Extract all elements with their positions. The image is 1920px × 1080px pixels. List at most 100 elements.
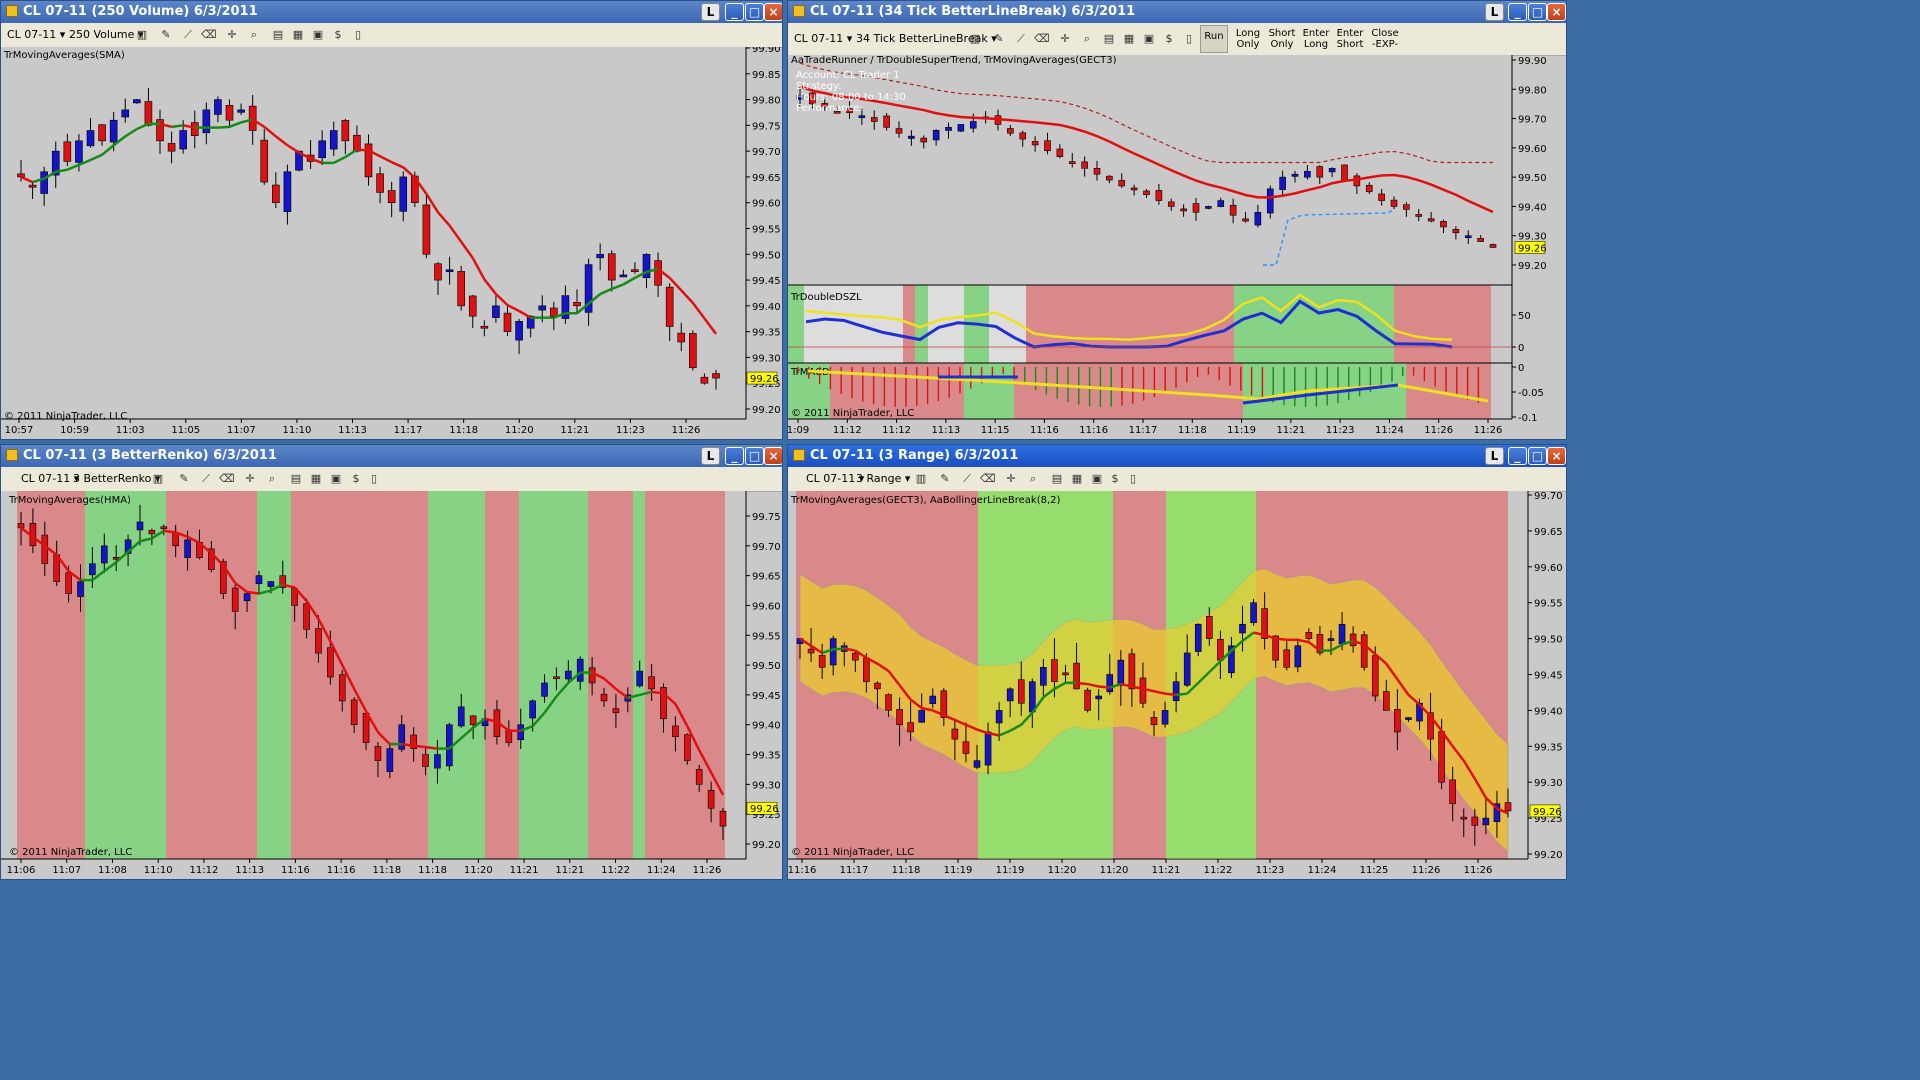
y-tick-label: 99.80 — [752, 96, 781, 107]
candle-up — [576, 658, 584, 682]
link-button[interactable]: L — [1485, 447, 1504, 465]
candle-up — [457, 706, 465, 727]
instrument-selector[interactable]: CL 07-11 ▾ — [21, 471, 79, 487]
link-button[interactable]: L — [701, 447, 720, 465]
candle-down — [1130, 187, 1138, 191]
price-chart[interactable]: 99.75 99.70 99.65 99.60 99.55 99.50 99.45 99.40… — [1, 491, 782, 879]
bartype-selector[interactable]: 250 Volume ▾ — [69, 27, 143, 43]
drawing-tool-icon[interactable]: ⟋ — [181, 28, 195, 42]
zoom-icon[interactable]: ⌕ — [1080, 32, 1094, 46]
link-button[interactable]: L — [1485, 3, 1504, 21]
properties-icon[interactable]: ▤ — [1050, 472, 1064, 486]
close-icon[interactable]: × — [764, 3, 782, 21]
bars-icon[interactable]: ▥ — [151, 472, 165, 486]
instrument-selector[interactable]: CL 07-11 ▾ — [7, 27, 65, 43]
drawing-tool-icon[interactable]: ⟋ — [199, 472, 213, 486]
window-titlebar[interactable]: CL 07-11 (250 Volume) 6/3/2011 L _ □ × — [1, 1, 782, 23]
minimize-icon[interactable]: _ — [725, 3, 744, 21]
moving-average-segment — [217, 125, 230, 129]
candle-down — [1150, 717, 1158, 726]
eraser-icon[interactable]: ⌫ — [219, 472, 235, 486]
zoom-icon[interactable]: ⌕ — [265, 472, 279, 486]
chart-toolbar: CL 07-11 ▾ 3 BetterRenko ▾ ▥ ✎ ⟋ ⌫ ✛ ⌕ ▤… — [1, 467, 782, 492]
price-chart[interactable]: 99.90 99.80 99.70 99.60 99.50 99.40 99.30 99.20… — [788, 55, 1566, 439]
enter-short-button[interactable]: Enter Short — [1334, 25, 1366, 53]
crosshair-icon[interactable]: ✛ — [1004, 472, 1018, 486]
drawing-tool-icon[interactable]: ⟋ — [960, 472, 974, 486]
candle-down — [818, 655, 826, 668]
maximize-icon[interactable]: □ — [745, 3, 764, 21]
close-icon[interactable]: × — [1547, 3, 1566, 21]
properties-icon[interactable]: ▤ — [289, 472, 303, 486]
eraser-icon[interactable]: ⌫ — [980, 472, 996, 486]
minimize-icon[interactable]: _ — [1508, 3, 1527, 21]
chart-trader-icon[interactable]: ▯ — [1126, 472, 1140, 486]
pencil-icon[interactable]: ✎ — [159, 28, 173, 42]
candle-up — [538, 305, 547, 311]
instrument-selector[interactable]: CL 07-11 ▾ — [794, 31, 852, 47]
y-tick-label: 99.35 — [752, 328, 781, 339]
window-titlebar[interactable]: CL 07-11 (34 Tick BetterLineBreak) 6/3/2… — [788, 1, 1566, 23]
price-chart[interactable]: 99.70 99.65 99.60 99.55 99.50 99.45 99.40 99.35… — [788, 491, 1566, 879]
bars-icon[interactable]: ▥ — [968, 32, 982, 46]
chart-trader-icon[interactable]: ▯ — [351, 28, 365, 42]
price-chart[interactable]: 99.90 99.85 99.80 99.75 99.70 99.65 99.60 99.55… — [1, 47, 782, 439]
crosshair-icon[interactable]: ✛ — [243, 472, 257, 486]
drawing-tool-icon[interactable]: ⟋ — [1014, 32, 1028, 46]
trend-zone — [485, 491, 519, 859]
x-tick-label: 11:12 — [190, 865, 219, 876]
crosshair-icon[interactable]: ✛ — [225, 28, 239, 42]
data-box-icon[interactable]: ▣ — [329, 472, 343, 486]
properties-icon[interactable]: ▤ — [1102, 32, 1116, 46]
pencil-icon[interactable]: ✎ — [938, 472, 952, 486]
maximize-icon[interactable]: □ — [745, 447, 764, 465]
strategy-icon[interactable]: $ — [1162, 32, 1176, 46]
eraser-icon[interactable]: ⌫ — [201, 28, 217, 42]
bartype-selector[interactable]: 3 Range ▾ — [856, 471, 910, 487]
minimize-icon[interactable]: _ — [725, 447, 744, 465]
strategy-icon[interactable]: $ — [1108, 472, 1122, 486]
close-icon[interactable]: × — [764, 447, 782, 465]
window-titlebar[interactable]: CL 07-11 (3 BetterRenko) 6/3/2011 L _ □ … — [1, 445, 782, 467]
pencil-icon[interactable]: ✎ — [992, 32, 1006, 46]
minimize-icon[interactable]: _ — [1508, 447, 1527, 465]
pencil-icon[interactable]: ✎ — [177, 472, 191, 486]
sub2-tick-label: -0.1 — [1518, 413, 1538, 424]
strategy-icon[interactable]: $ — [331, 28, 345, 42]
maximize-icon[interactable]: □ — [1528, 447, 1547, 465]
chart-trader-icon[interactable]: ▯ — [1182, 32, 1196, 46]
x-tick-label: 11:12 — [833, 425, 862, 436]
short-only-button[interactable]: Short Only — [1266, 25, 1298, 53]
chart-trader-icon[interactable]: ▯ — [367, 472, 381, 486]
indicators-icon[interactable]: ▦ — [309, 472, 323, 486]
zoom-icon[interactable]: ⌕ — [1026, 472, 1040, 486]
indicators-icon[interactable]: ▦ — [1122, 32, 1136, 46]
window-titlebar[interactable]: CL 07-11 (3 Range) 6/3/2011 L _ □ × — [788, 445, 1566, 467]
bartype-selector[interactable]: 3 BetterRenko ▾ — [73, 471, 160, 487]
link-button[interactable]: L — [701, 3, 720, 21]
strategy-icon[interactable]: $ — [349, 472, 363, 486]
crosshair-icon[interactable]: ✛ — [1058, 32, 1072, 46]
zoom-icon[interactable]: ⌕ — [247, 28, 261, 42]
data-box-icon[interactable]: ▣ — [1142, 32, 1156, 46]
candle-up — [121, 109, 130, 118]
strategy-overlay-text: Performance: — [796, 103, 863, 114]
enter-long-button[interactable]: Enter Long — [1300, 25, 1332, 53]
candle-up — [1405, 717, 1412, 720]
data-box-icon[interactable]: ▣ — [1090, 472, 1104, 486]
bars-icon[interactable]: ▥ — [135, 28, 149, 42]
run-button[interactable]: Run — [1200, 25, 1228, 53]
close-icon[interactable]: × — [1547, 447, 1566, 465]
eraser-icon[interactable]: ⌫ — [1034, 32, 1050, 46]
indicators-icon[interactable]: ▦ — [291, 28, 305, 42]
close-exp-button[interactable]: Close -EXP- — [1369, 25, 1401, 53]
long-only-button[interactable]: Long Only — [1233, 25, 1263, 53]
x-tick-label: 11:05 — [171, 425, 200, 436]
indicators-icon[interactable]: ▦ — [1070, 472, 1084, 486]
data-box-icon[interactable]: ▣ — [311, 28, 325, 42]
candle-down — [63, 141, 72, 162]
maximize-icon[interactable]: □ — [1528, 3, 1547, 21]
bars-icon[interactable]: ▥ — [914, 472, 928, 486]
properties-icon[interactable]: ▤ — [271, 28, 285, 42]
candle-down — [434, 263, 442, 281]
